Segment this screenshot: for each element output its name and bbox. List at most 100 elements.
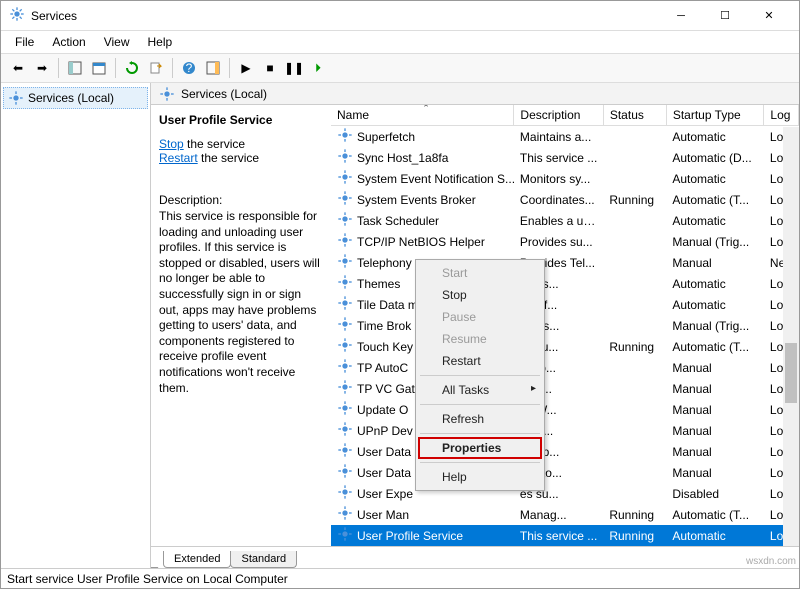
gear-icon (337, 505, 353, 524)
svg-text:?: ? (186, 61, 193, 75)
service-startup: Automatic (666, 294, 764, 315)
table-row[interactable]: Touch Keys Tou...RunningAutomatic (T...L… (331, 336, 799, 357)
service-name: TCP/IP NetBIOS Helper (357, 235, 485, 249)
col-logon[interactable]: Log (764, 105, 799, 126)
menu-action[interactable]: Action (44, 33, 93, 51)
col-name[interactable]: Name (331, 105, 514, 126)
table-row[interactable]: System Event Notification S...Monitors s… (331, 168, 799, 189)
table-row[interactable]: UPnP DevUPn...ManualLoc (331, 420, 799, 441)
service-status (603, 483, 666, 504)
table-row[interactable]: User Expees su...DisabledLoc (331, 483, 799, 504)
context-menu-stop[interactable]: Stop (418, 284, 542, 306)
service-startup: Automatic (T... (666, 336, 764, 357)
service-name: User Man (357, 508, 409, 522)
gear-icon (337, 400, 353, 419)
menu-view[interactable]: View (96, 33, 138, 51)
table-row[interactable]: Time Broknates...Manual (Trig...Loc (331, 315, 799, 336)
table-row[interactable]: TCP/IP NetBIOS HelperProvides su...Manua… (331, 231, 799, 252)
gear-icon (337, 379, 353, 398)
context-menu-restart[interactable]: Restart (418, 350, 542, 372)
stop-link[interactable]: Stop (159, 137, 184, 151)
table-row[interactable]: TP AutoCint .p...ManualLoc (331, 357, 799, 378)
table-row[interactable]: Themeses us...AutomaticLoc (331, 273, 799, 294)
gear-icon (337, 463, 353, 482)
back-button[interactable]: ⬅ (7, 57, 29, 79)
menu-file[interactable]: File (7, 33, 42, 51)
vertical-scrollbar[interactable] (783, 127, 799, 546)
context-menu-all-tasks[interactable]: All Tasks (418, 379, 542, 401)
table-row[interactable]: TelephonyProvides Tel...ManualNet (331, 252, 799, 273)
pause-service-button[interactable]: ❚❚ (283, 57, 305, 79)
service-startup: Manual (666, 378, 764, 399)
gear-icon (337, 211, 353, 230)
service-name: Themes (357, 277, 400, 291)
service-status: Running (603, 525, 666, 546)
service-startup: Manual (666, 252, 764, 273)
table-row[interactable]: User Dataes sto...ManualLoc (331, 462, 799, 483)
titlebar[interactable]: Services ─ ☐ ✕ (1, 1, 799, 31)
table-row[interactable]: Task SchedulerEnables a us...AutomaticLo… (331, 210, 799, 231)
service-status (603, 378, 666, 399)
table-row[interactable]: Sync Host_1a8faThis service ...Automatic… (331, 147, 799, 168)
restart-service-button[interactable]: ⏵ (307, 57, 329, 79)
table-row[interactable]: SuperfetchMaintains a...AutomaticLoc (331, 126, 799, 148)
tree-root-label: Services (Local) (28, 91, 114, 105)
gear-icon (337, 169, 353, 188)
table-row[interactable]: System Events BrokerCoordinates...Runnin… (331, 189, 799, 210)
minimize-button[interactable]: ─ (659, 2, 703, 30)
menu-help[interactable]: Help (140, 33, 181, 51)
col-startup[interactable]: Startup Type (666, 105, 764, 126)
tree-root-item[interactable]: Services (Local) (3, 87, 148, 109)
scrollbar-thumb[interactable] (785, 343, 797, 403)
service-name: TP VC Gat (357, 382, 415, 396)
table-row[interactable]: User ManManag...RunningAutomatic (T...Lo… (331, 504, 799, 525)
service-startup: Disabled (666, 483, 764, 504)
tab-extended[interactable]: Extended (163, 551, 231, 568)
gear-icon (337, 274, 353, 293)
stop-service-button[interactable]: ■ (259, 57, 281, 79)
restart-link[interactable]: Restart (159, 151, 198, 165)
tab-standard[interactable]: Standard (230, 551, 297, 568)
table-row[interactable]: Update Oes W...ManualLoc (331, 399, 799, 420)
gear-icon (337, 484, 353, 503)
service-name: System Events Broker (357, 193, 476, 207)
service-name: UPnP Dev (357, 424, 413, 438)
service-name: User Expe (357, 487, 413, 501)
service-startup: Automatic (666, 525, 764, 546)
context-menu-refresh[interactable]: Refresh (418, 408, 542, 430)
gear-icon (337, 190, 353, 209)
maximize-button[interactable]: ☐ (703, 2, 747, 30)
context-menu-properties[interactable]: Properties (418, 437, 542, 459)
action-pane-button[interactable] (202, 57, 224, 79)
gear-icon (337, 316, 353, 335)
panel-title: Services (Local) (181, 87, 267, 101)
service-startup: Manual (Trig... (666, 315, 764, 336)
gear-icon (159, 86, 175, 102)
service-startup: Manual (Trig... (666, 231, 764, 252)
export-button[interactable] (145, 57, 167, 79)
service-startup: Automatic (T... (666, 504, 764, 525)
context-menu-help[interactable]: Help (418, 466, 542, 488)
table-row[interactable]: User Profile ServiceThis service ...Runn… (331, 525, 799, 546)
service-name: User Data (357, 445, 411, 459)
service-name: System Event Notification S... (357, 172, 514, 186)
detail-pane: User Profile Service Stop the service Re… (151, 105, 331, 546)
col-status[interactable]: Status (603, 105, 666, 126)
forward-button[interactable]: ➡ (31, 57, 53, 79)
properties-toolbar-button[interactable] (88, 57, 110, 79)
service-status (603, 210, 666, 231)
service-startup: Automatic (666, 126, 764, 148)
table-row[interactable]: User Dataes ap...ManualLoc (331, 441, 799, 462)
refresh-button[interactable] (121, 57, 143, 79)
status-text: Start service User Profile Service on Lo… (7, 572, 288, 586)
table-row[interactable]: TP VC Gatint c...ManualLoc (331, 378, 799, 399)
show-hide-tree-button[interactable] (64, 57, 86, 79)
services-icon (9, 6, 25, 25)
table-row[interactable]: Tile Data mrver f...AutomaticLoc (331, 294, 799, 315)
col-description[interactable]: Description (514, 105, 603, 126)
close-button[interactable]: ✕ (747, 2, 791, 30)
service-name: Time Brok (357, 319, 411, 333)
help-toolbar-button[interactable]: ? (178, 57, 200, 79)
start-service-button[interactable]: ▶ (235, 57, 257, 79)
gear-icon (337, 442, 353, 461)
